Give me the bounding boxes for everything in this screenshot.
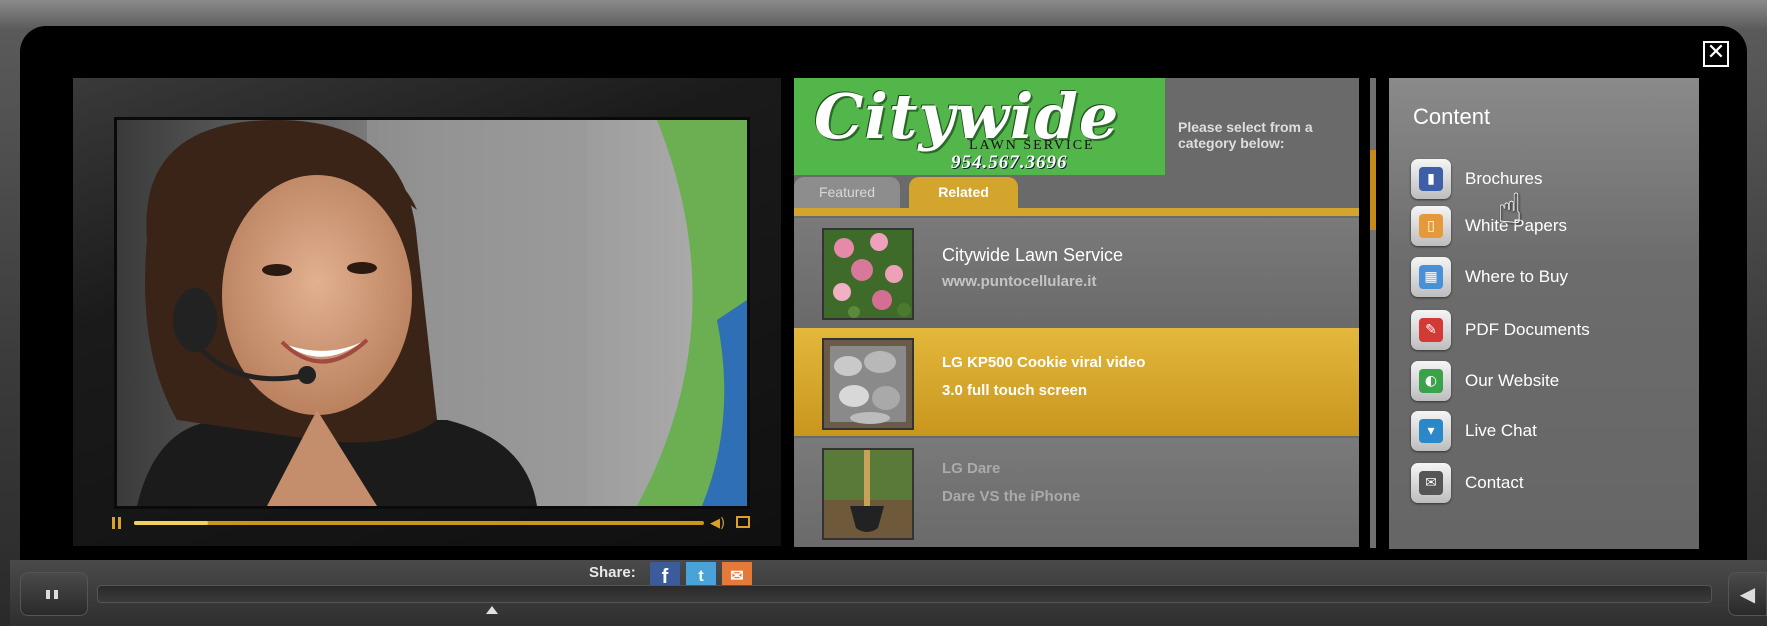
- list-scrollbar-thumb[interactable]: [1370, 150, 1376, 230]
- building-glyph: ▦: [1419, 265, 1443, 289]
- chat-bubble-icon: ▾: [1411, 411, 1451, 451]
- seek-handle[interactable]: [486, 606, 498, 614]
- globe-icon: ◐: [1411, 361, 1451, 401]
- video-frame-image: [117, 120, 747, 506]
- white-paper-glyph: ▯: [1419, 214, 1443, 238]
- list-scrollbar[interactable]: [1370, 78, 1376, 548]
- content-item-live-chat[interactable]: ▾ Live Chat: [1411, 411, 1681, 453]
- video-progress-row: ◀): [112, 516, 752, 531]
- content-item-pdf-documents[interactable]: ✎ PDF Documents: [1411, 310, 1681, 352]
- content-item-our-website[interactable]: ◐ Our Website: [1411, 361, 1681, 403]
- video-progress-fill: [134, 521, 209, 525]
- video-progress-track[interactable]: [134, 521, 704, 525]
- seek-bar[interactable]: [97, 585, 1712, 603]
- hand-pointer-icon: ☝: [1497, 184, 1523, 233]
- close-button[interactable]: ✕: [1703, 41, 1729, 67]
- list-item-title: LG KP500 Cookie viral video: [942, 354, 1146, 371]
- tab-underline: [794, 208, 1359, 216]
- fullscreen-icon[interactable]: [736, 516, 750, 528]
- content-title: Content: [1413, 104, 1491, 129]
- thumbnail-stones: [822, 338, 914, 430]
- content-item-label: PDF Documents: [1465, 320, 1590, 339]
- list-item-title: Citywide Lawn Service: [942, 245, 1124, 265]
- logo-phone: 954.567.3696: [951, 152, 1068, 173]
- list-item-subtitle: www.puntocellulare.it: [942, 273, 1097, 290]
- globe-glyph: ◐: [1419, 369, 1443, 393]
- content-item-label: Where to Buy: [1465, 267, 1568, 286]
- tab-related[interactable]: Related: [909, 177, 1018, 208]
- content-item-label: Live Chat: [1465, 421, 1537, 440]
- thumbnail-flowers: [822, 228, 914, 320]
- brochure-glyph: ▮: [1419, 167, 1443, 191]
- pause-button[interactable]: [20, 572, 88, 616]
- volume-icon[interactable]: ◀): [710, 516, 725, 531]
- share-label: Share:: [589, 564, 636, 581]
- white-paper-icon: ▯: [1411, 206, 1451, 246]
- list-item[interactable]: Citywide Lawn Service www.puntocellulare…: [794, 218, 1359, 326]
- select-category-hint: Please select from a category below:: [1178, 119, 1313, 151]
- envelope-icon: ✉: [1411, 463, 1451, 503]
- list-item[interactable]: LG KP500 Cookie viral video 3.0 full tou…: [794, 328, 1359, 436]
- video-player[interactable]: [114, 117, 750, 509]
- pdf-glyph: ✎: [1419, 318, 1443, 342]
- brochure-icon: ▮: [1411, 159, 1451, 199]
- brand-logo: Citywide LAWN SERVICE 954.567.3696: [794, 78, 1165, 175]
- content-item-contact[interactable]: ✉ Contact: [1411, 463, 1681, 505]
- content-item-brochures[interactable]: ▮ Brochures: [1411, 159, 1681, 201]
- list-item-subtitle: 3.0 full touch screen: [942, 382, 1088, 399]
- content-item-label: Our Website: [1465, 371, 1560, 390]
- volume-button[interactable]: ◀: [1728, 572, 1767, 616]
- pause-icon[interactable]: [112, 517, 122, 529]
- pause-icon-bar: [54, 590, 58, 599]
- pdf-icon: ✎: [1411, 310, 1451, 350]
- content-item-where-to-buy[interactable]: ▦ Where to Buy: [1411, 257, 1681, 299]
- envelope-glyph: ✉: [1419, 471, 1443, 495]
- chat-bubble-glyph: ▾: [1419, 419, 1443, 443]
- list-item[interactable]: LG Dare Dare VS the iPhone: [794, 438, 1359, 547]
- tab-featured[interactable]: Featured: [794, 177, 900, 208]
- pause-icon-bar: [46, 590, 50, 599]
- content-item-white-papers[interactable]: ▯ White Papers: [1411, 206, 1681, 248]
- list-item-subtitle: Dare VS the iPhone: [942, 488, 1081, 505]
- content-item-label: Contact: [1465, 473, 1524, 492]
- thumbnail-shovel: [822, 448, 914, 540]
- building-icon: ▦: [1411, 257, 1451, 297]
- list-item-title: LG Dare: [942, 460, 1001, 477]
